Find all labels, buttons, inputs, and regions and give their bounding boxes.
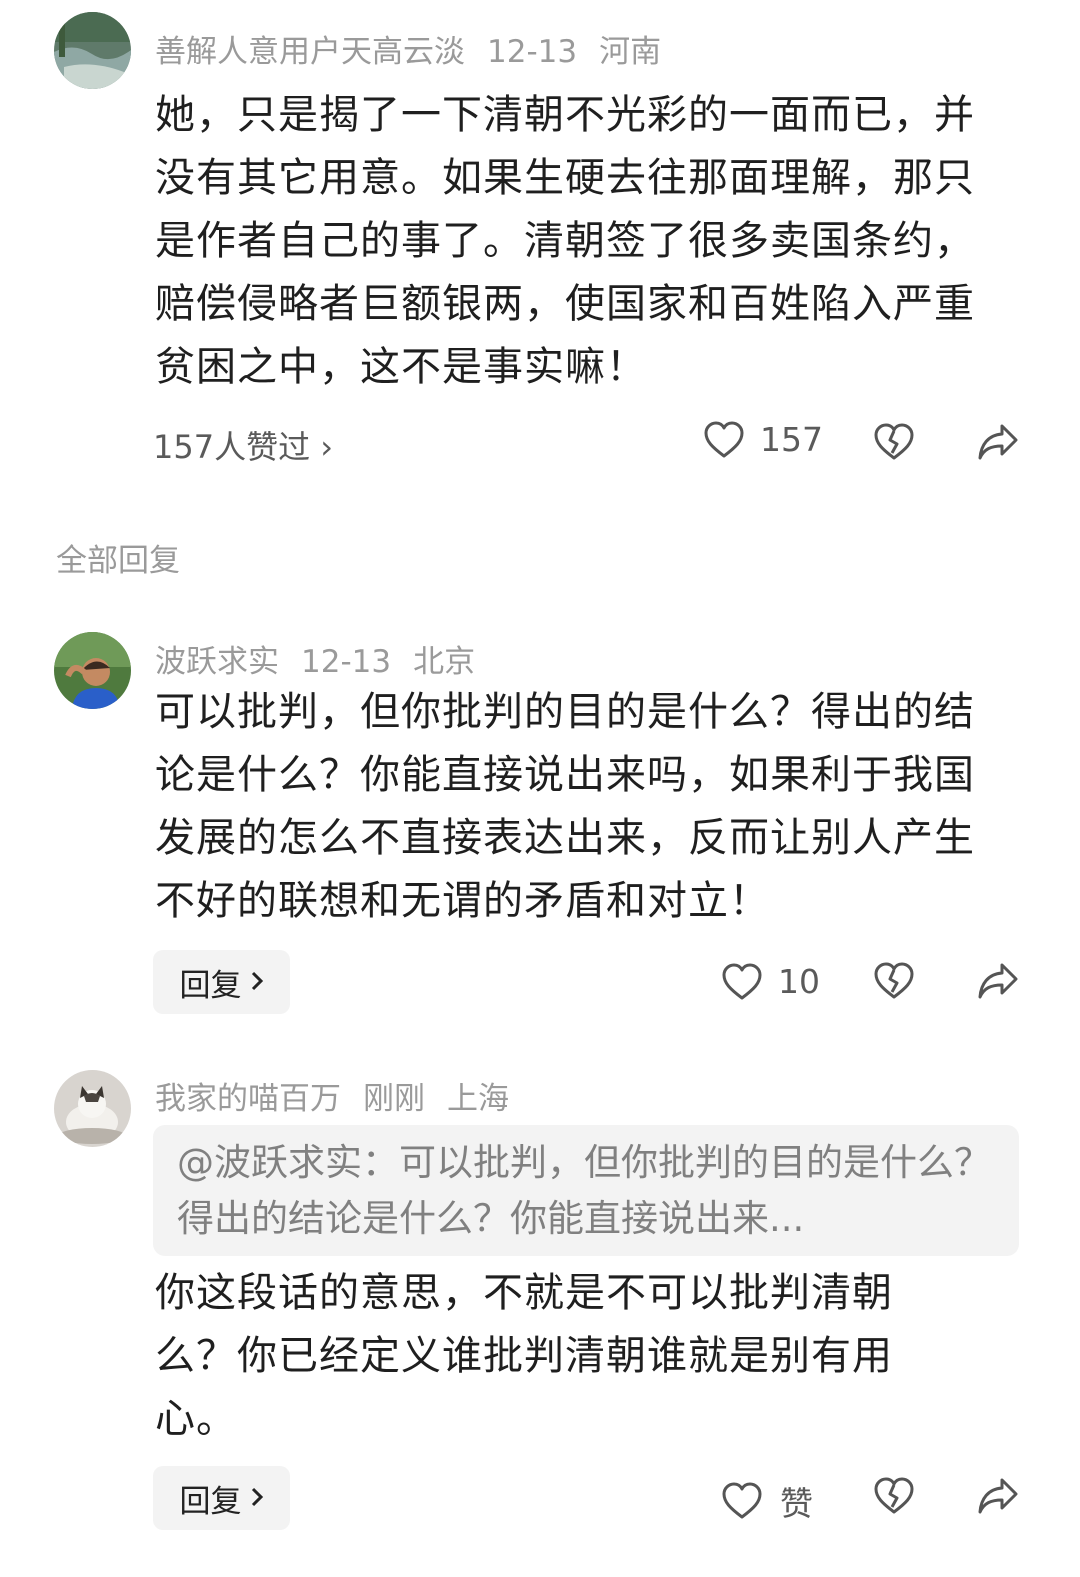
broken-heart-icon — [874, 962, 914, 1000]
chevron-right-icon — [250, 1480, 264, 1516]
quoted-reply[interactable]: @波跃求实：可以批判，但你批判的目的是什么？得出的结论是什么？你能直接说出来..… — [153, 1125, 1019, 1256]
like-button[interactable]: 赞 — [722, 1477, 813, 1525]
dislike-button[interactable] — [874, 423, 914, 461]
heart-icon — [704, 421, 744, 459]
heart-icon — [722, 1482, 762, 1520]
comment-meta: 波跃求实 12-13 北京 — [155, 636, 497, 681]
comment-meta: 善解人意用户天高云淡 12-13 河南 — [155, 26, 683, 71]
comment-date: 刚刚 — [363, 1081, 425, 1117]
quoted-text: @波跃求实：可以批判，但你批判的目的是什么？得出的结论是什么？你能直接说出来..… — [177, 1141, 991, 1240]
avatar[interactable] — [54, 1070, 131, 1147]
share-button[interactable] — [977, 962, 1019, 1000]
comment-location: 河南 — [599, 34, 662, 70]
share-button[interactable] — [977, 1477, 1019, 1515]
like-label: 赞 — [780, 1484, 813, 1523]
username[interactable]: 我家的喵百万 — [155, 1081, 341, 1117]
comment-text: 可以批判，但你批判的目的是什么？得出的结论是什么？你能直接说出来吗，如果利于我国… — [155, 689, 975, 924]
heart-icon — [722, 963, 762, 1001]
avatar[interactable] — [54, 12, 131, 89]
like-count: 157 — [760, 420, 823, 459]
liked-by-link[interactable]: 157人赞过 › — [153, 422, 333, 468]
reply-label: 回复 — [179, 967, 242, 1004]
like-count: 10 — [778, 962, 820, 1001]
share-arrow-icon — [977, 1477, 1019, 1515]
like-button[interactable]: 10 — [722, 962, 820, 1001]
dislike-button[interactable] — [874, 1477, 914, 1515]
reply-button[interactable]: 回复 — [153, 950, 290, 1014]
comment-text: 她，只是揭了一下清朝不光彩的一面而已，并没有其它用意。如果生硬去往那面理解，那只… — [155, 92, 975, 390]
comment-location: 上海 — [447, 1081, 509, 1117]
broken-heart-icon — [874, 1477, 914, 1515]
reply-label: 回复 — [179, 1483, 242, 1520]
like-button[interactable]: 157 — [704, 420, 823, 459]
chevron-right-icon — [250, 964, 264, 1000]
comment-text: 你这段话的意思，不就是不可以批判清朝么？你已经定义谁批判清朝谁就是别有用心。 — [155, 1270, 893, 1442]
share-arrow-icon — [977, 423, 1019, 461]
comment-meta: 我家的喵百万 刚刚 上海 — [155, 1073, 531, 1118]
share-arrow-icon — [977, 962, 1019, 1000]
username[interactable]: 善解人意用户天高云淡 — [155, 34, 465, 70]
reply-button[interactable]: 回复 — [153, 1466, 290, 1530]
username[interactable]: 波跃求实 — [155, 644, 279, 680]
section-title: 全部回复 — [56, 543, 180, 579]
comment-location: 北京 — [413, 644, 476, 680]
share-button[interactable] — [977, 423, 1019, 461]
dislike-button[interactable] — [874, 962, 914, 1000]
comment-date: 12-13 — [487, 34, 578, 70]
comment-date: 12-13 — [301, 644, 392, 680]
broken-heart-icon — [874, 423, 914, 461]
avatar[interactable] — [54, 632, 131, 709]
